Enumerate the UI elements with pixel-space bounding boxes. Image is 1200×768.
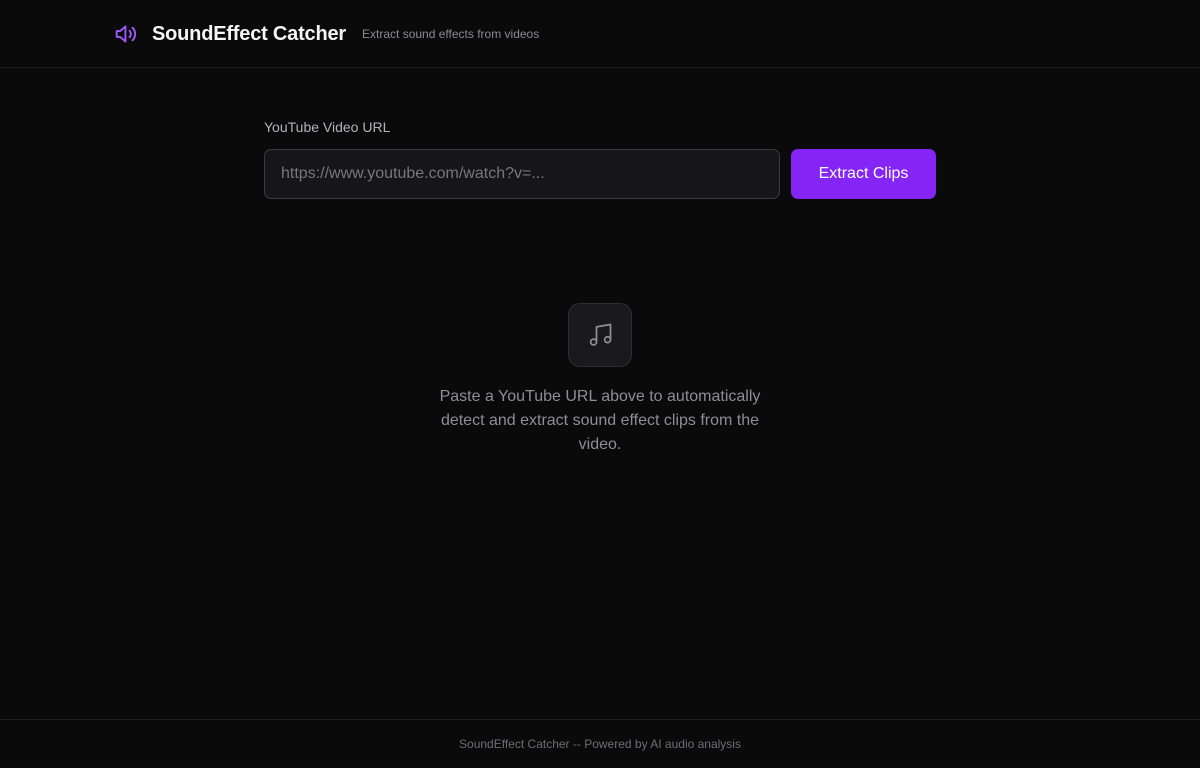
empty-state-message: Paste a YouTube URL above to automatical… <box>439 388 761 453</box>
app-header: SoundEffect Catcher Extract sound effect… <box>0 0 1200 68</box>
url-form-row: Extract Clips <box>264 149 936 199</box>
speaker-icon <box>112 20 140 48</box>
app-title: SoundEffect Catcher <box>152 22 347 45</box>
extract-clips-button[interactable]: Extract Clips <box>791 149 936 199</box>
url-form: YouTube Video URL Extract Clips <box>264 118 936 199</box>
music-note-icon <box>568 303 632 367</box>
empty-state: Paste a YouTube URL above to automatical… <box>400 303 800 457</box>
url-label: YouTube Video URL <box>264 119 391 135</box>
app-tagline: Extract sound effects from videos <box>362 27 540 41</box>
footer-text: SoundEffect Catcher -- Powered by AI aud… <box>459 737 741 751</box>
app-footer: SoundEffect Catcher -- Powered by AI aud… <box>0 719 1200 768</box>
app-page: SoundEffect Catcher Extract sound effect… <box>0 0 1200 768</box>
youtube-url-input[interactable] <box>264 149 780 199</box>
brand: SoundEffect Catcher Extract sound effect… <box>112 0 539 68</box>
